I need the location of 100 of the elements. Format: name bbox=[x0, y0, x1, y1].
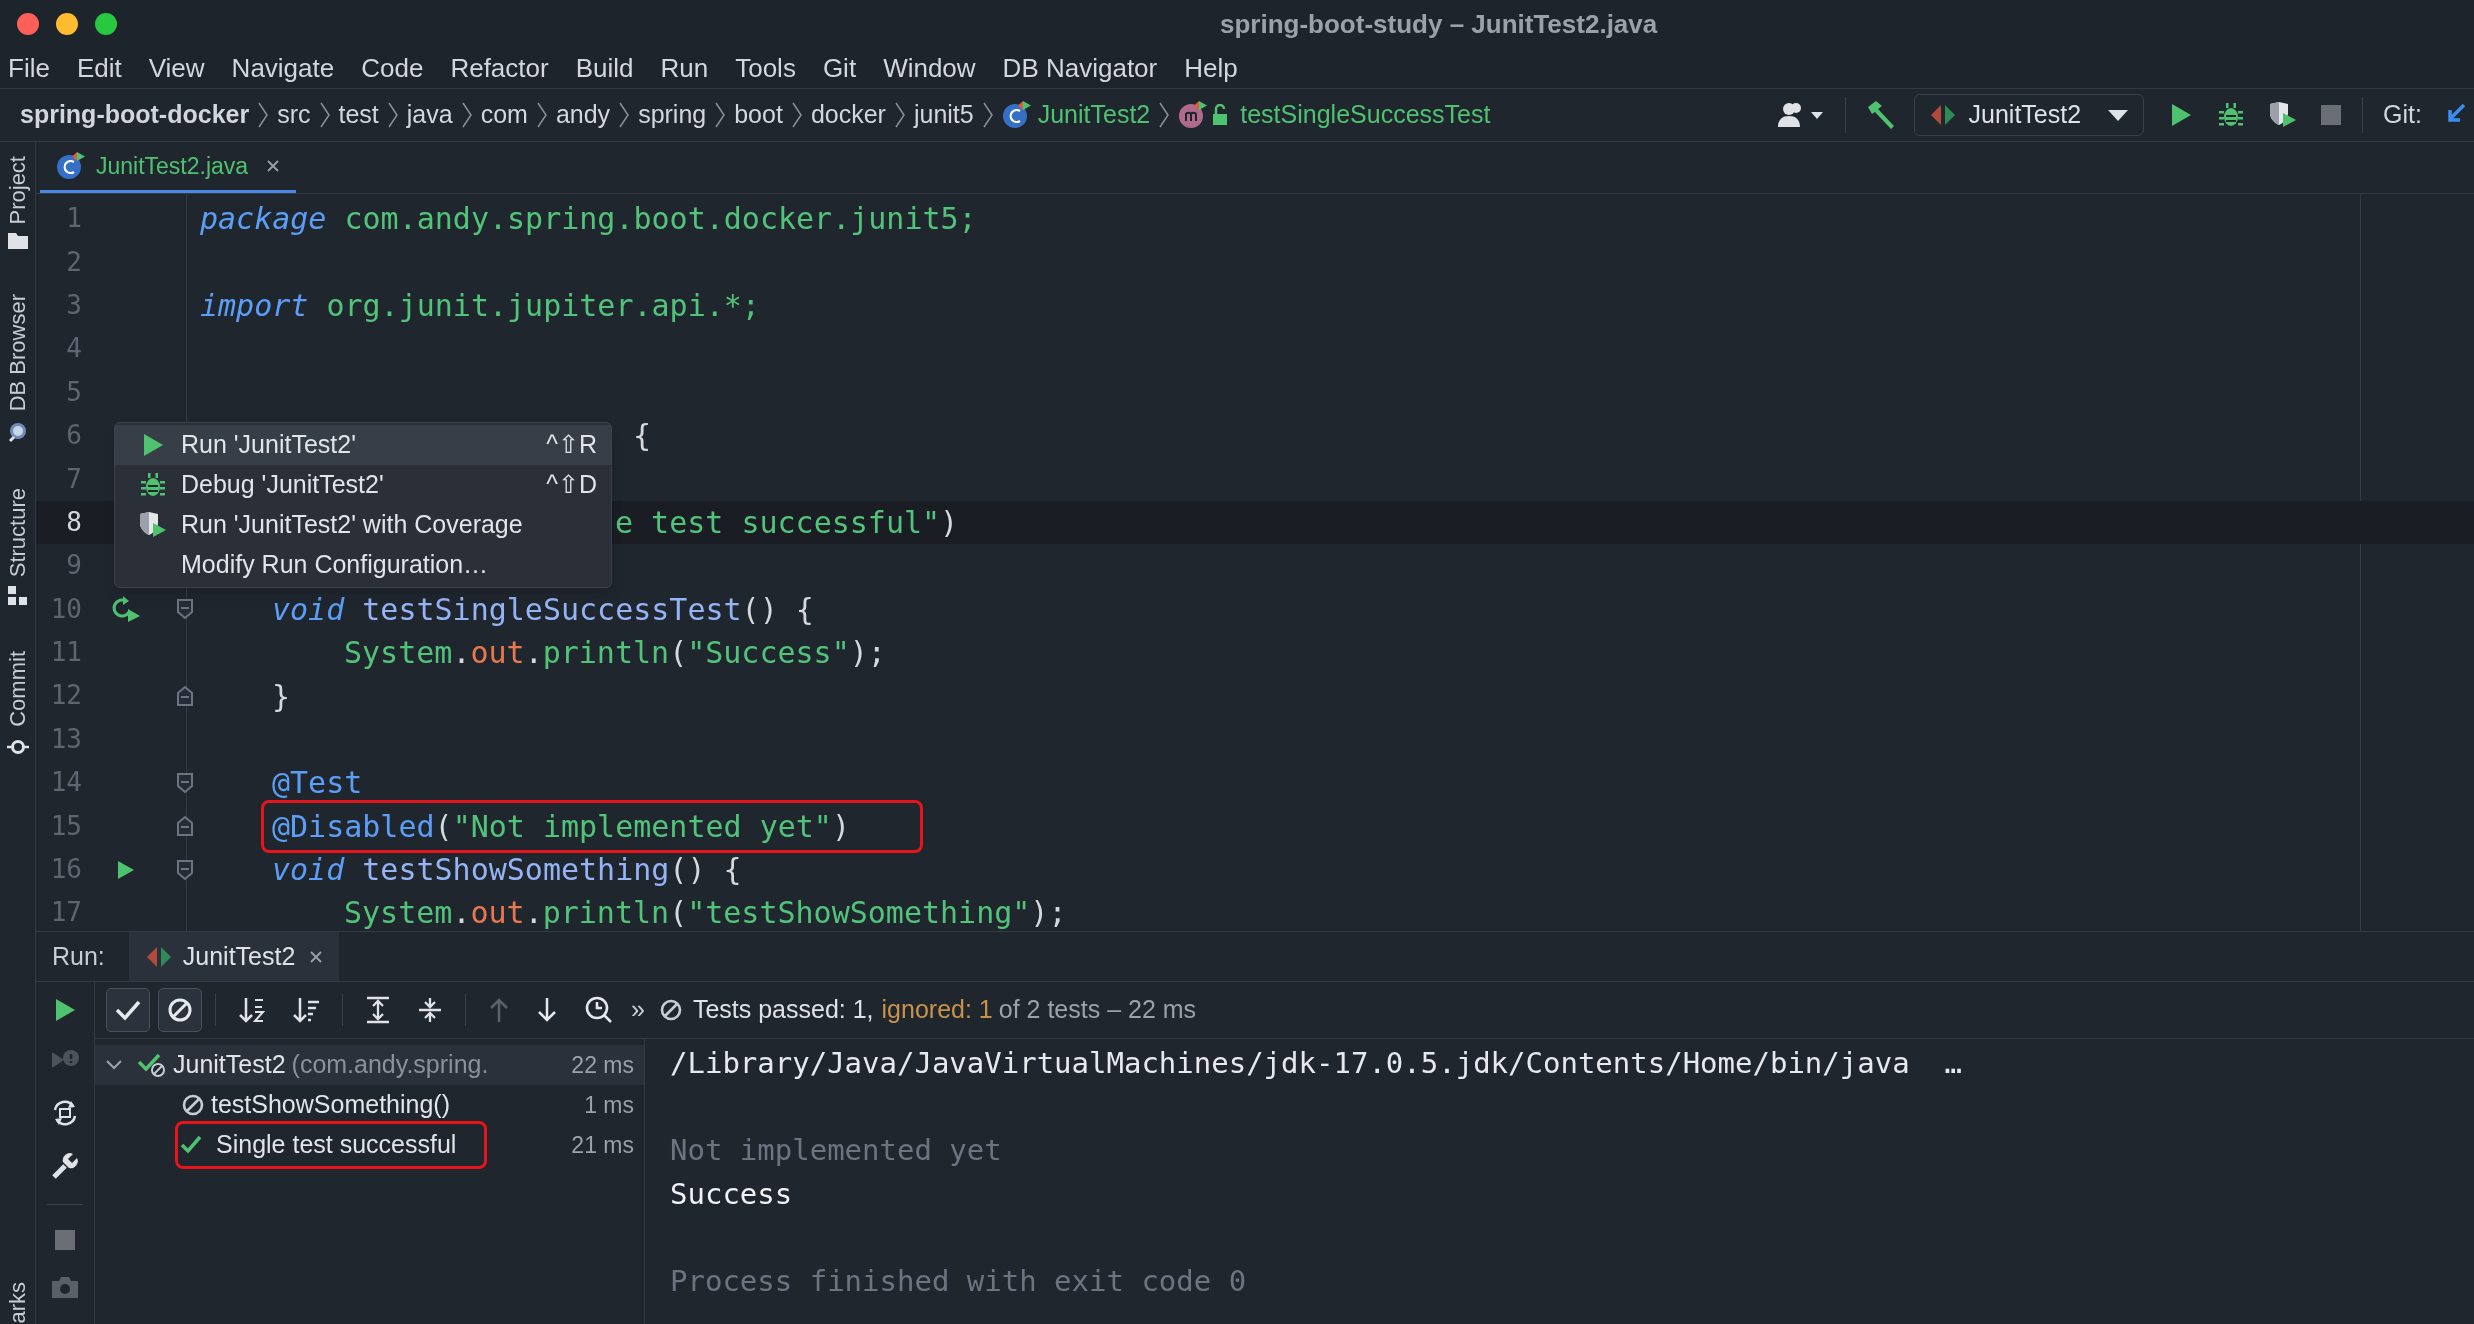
tree-row[interactable]: JunitTest2 (com.andy.spring. 22 ms bbox=[95, 1045, 644, 1085]
breadcrumb-separator-icon bbox=[618, 101, 631, 129]
zoom-button[interactable] bbox=[95, 13, 117, 35]
menu-item[interactable]: Git bbox=[822, 48, 857, 88]
breadcrumb-item[interactable]: test bbox=[338, 96, 379, 134]
breadcrumb-item[interactable]: com bbox=[480, 96, 528, 134]
history-icon[interactable] bbox=[584, 995, 614, 1025]
code-line: package com.andy.spring.boot.docker.junit5; bbox=[200, 200, 977, 239]
test-duration: 1 ms bbox=[584, 1090, 634, 1120]
close-icon[interactable] bbox=[266, 159, 281, 173]
menu-item[interactable]: Modify Run Configuration… bbox=[115, 545, 611, 585]
collapse-all-icon[interactable] bbox=[417, 996, 443, 1024]
show-ignored-toggle[interactable] bbox=[158, 988, 202, 1032]
up-arrow-icon[interactable] bbox=[488, 997, 510, 1023]
more-button[interactable]: » bbox=[631, 991, 645, 1029]
code-line: @Test bbox=[272, 764, 363, 803]
menu-item[interactable]: Window bbox=[883, 48, 976, 88]
test-name[interactable]: JunitTest2 bbox=[173, 1046, 286, 1084]
breadcrumb-separator-icon bbox=[386, 101, 399, 129]
menu-item[interactable]: Run 'JunitTest2' with Coverage bbox=[115, 505, 611, 545]
editor-tab[interactable]: JunitTest2.java bbox=[40, 142, 297, 193]
menu-item[interactable]: Edit bbox=[76, 48, 122, 88]
chevron-icon[interactable] bbox=[105, 1059, 123, 1071]
fold-icon[interactable] bbox=[176, 858, 194, 881]
menu-item[interactable]: DB Navigator bbox=[1002, 48, 1158, 88]
code-line: e test successful") bbox=[615, 503, 959, 542]
menu-item[interactable]: Run bbox=[660, 48, 709, 88]
sort-by-duration-icon[interactable] bbox=[292, 996, 320, 1024]
line-number: 10 bbox=[49, 592, 82, 626]
down-arrow-icon[interactable] bbox=[536, 997, 558, 1023]
menu-item[interactable]: Help bbox=[1184, 48, 1238, 88]
breadcrumb-item[interactable]: boot bbox=[734, 96, 783, 134]
run-icon[interactable] bbox=[117, 859, 135, 880]
user-icon[interactable] bbox=[1776, 101, 1825, 129]
settings-icon[interactable] bbox=[51, 1152, 79, 1180]
sort-icon[interactable] bbox=[238, 996, 266, 1024]
menu-item[interactable]: Tools bbox=[735, 48, 796, 88]
line-number: 3 bbox=[65, 288, 82, 322]
debug-icon[interactable] bbox=[2218, 102, 2245, 128]
code-line: { bbox=[633, 417, 652, 456]
breadcrumb-item[interactable]: spring-boot-docker bbox=[20, 96, 250, 134]
menu-item[interactable]: Navigate bbox=[231, 48, 335, 88]
test-name[interactable]: testShowSomething() bbox=[211, 1086, 450, 1124]
breadcrumb-separator-icon bbox=[1158, 101, 1171, 129]
fold-icon[interactable] bbox=[176, 815, 194, 838]
breadcrumb-item[interactable]: java bbox=[406, 96, 453, 134]
line-number: 13 bbox=[49, 722, 82, 756]
run-icon[interactable] bbox=[2170, 103, 2193, 127]
fold-icon[interactable] bbox=[176, 685, 194, 707]
folder-icon bbox=[6, 232, 29, 251]
menu-item[interactable]: Refactor bbox=[450, 48, 549, 88]
breadcrumb-item[interactable]: andy bbox=[555, 96, 611, 134]
partial-pass-icon bbox=[137, 1052, 167, 1078]
fold-icon[interactable] bbox=[176, 598, 194, 621]
caret-icon bbox=[2107, 108, 2130, 122]
camera-icon[interactable] bbox=[51, 1275, 79, 1299]
git-label: Git: bbox=[2383, 99, 2422, 131]
line-number: 9 bbox=[65, 549, 82, 583]
test-duration: 21 ms bbox=[571, 1130, 634, 1160]
breadcrumb-separator-icon bbox=[318, 101, 331, 129]
tool-window-tab[interactable]: DB Browser bbox=[1, 294, 34, 412]
breadcrumb-item[interactable]: spring bbox=[638, 96, 707, 134]
fold-icon[interactable] bbox=[176, 771, 194, 794]
breadcrumb-item[interactable]: junit5 bbox=[913, 96, 974, 134]
menu-item[interactable]: Run 'JunitTest2' ^⇧R bbox=[115, 425, 611, 465]
tool-window-tab[interactable]: Structure bbox=[1, 487, 34, 578]
stop-icon[interactable] bbox=[2320, 104, 2343, 126]
run-tab[interactable]: JunitTest2 bbox=[128, 932, 340, 981]
close-icon[interactable] bbox=[309, 949, 324, 964]
tool-window-tab[interactable]: arks bbox=[1, 1282, 34, 1324]
close-button[interactable] bbox=[17, 13, 39, 35]
run-icon[interactable] bbox=[54, 998, 76, 1022]
menu-item[interactable]: Debug 'JunitTest2' ^⇧D bbox=[115, 465, 611, 505]
breadcrumb-item[interactable]: JunitTest2 bbox=[1037, 96, 1151, 134]
line-number: 6 bbox=[65, 419, 82, 453]
breadcrumb-item[interactable]: testSingleSuccessTest bbox=[1240, 96, 1491, 134]
run-configuration-dropdown[interactable]: JunitTest2 bbox=[1913, 94, 2145, 136]
tool-window-tab[interactable]: Project bbox=[1, 156, 34, 225]
code-line: @Disabled("Not implemented yet") bbox=[272, 808, 850, 844]
breadcrumb-item[interactable]: src bbox=[277, 96, 311, 134]
expand-all-icon[interactable] bbox=[365, 996, 391, 1024]
console-line: Not implemented yet bbox=[670, 1132, 1003, 1169]
minimize-button[interactable] bbox=[56, 13, 78, 35]
code-line: void testShowSomething() { bbox=[272, 851, 742, 890]
show-passed-toggle[interactable] bbox=[106, 988, 150, 1032]
menu-item[interactable]: Code bbox=[361, 48, 424, 88]
menu-item[interactable]: View bbox=[148, 48, 205, 88]
test-name[interactable]: Single test successful bbox=[216, 1126, 457, 1164]
breadcrumb-separator-icon bbox=[535, 101, 548, 129]
breadcrumb-item[interactable]: docker bbox=[810, 96, 886, 134]
menu-item[interactable]: File bbox=[8, 48, 50, 88]
tool-window-tab[interactable]: Commit bbox=[1, 651, 34, 727]
refresh-icon[interactable] bbox=[51, 1098, 79, 1128]
ignored-count: ignored: 1 bbox=[881, 994, 993, 1026]
stop-icon[interactable] bbox=[54, 1229, 76, 1251]
line-number: 7 bbox=[65, 462, 82, 496]
line-number: 11 bbox=[49, 636, 82, 670]
code-line: System.out.println("Success"); bbox=[344, 634, 886, 673]
menu-item[interactable]: Build bbox=[575, 48, 634, 88]
rerun-icon[interactable] bbox=[111, 595, 141, 624]
